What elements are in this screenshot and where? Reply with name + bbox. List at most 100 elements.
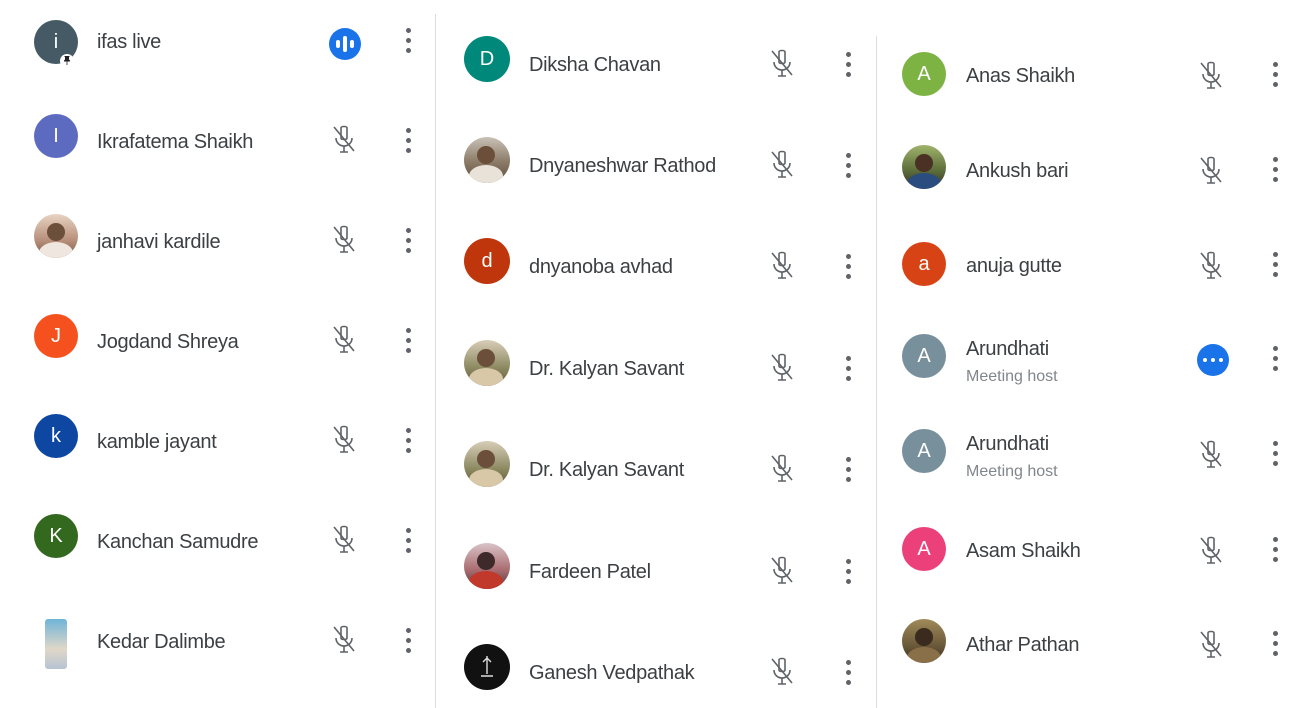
- participant-row[interactable]: Fardeen Patel: [436, 543, 876, 603]
- avatar-photo: [464, 137, 510, 183]
- avatar: a: [902, 242, 946, 286]
- more-options-icon[interactable]: [404, 28, 412, 58]
- participant-name: Athar Pathan: [966, 634, 1080, 656]
- participant-row[interactable]: Dnyaneshwar Rathod: [436, 137, 876, 197]
- avatar: A: [902, 334, 946, 378]
- avatar: J: [34, 314, 78, 358]
- avatar-photo: [45, 619, 67, 669]
- avatar-initial: k: [51, 424, 61, 447]
- more-options-icon[interactable]: [844, 52, 852, 82]
- mic-off-icon: [771, 251, 793, 279]
- participant-row[interactable]: k kamble jayant: [0, 414, 435, 474]
- more-options-icon[interactable]: [404, 428, 412, 458]
- avatar-photo: [34, 214, 78, 258]
- mic-off-icon: [333, 525, 355, 553]
- participant-name: Kanchan Samudre: [97, 531, 259, 553]
- participant-row[interactable]: i ifas live: [0, 14, 435, 74]
- more-options-icon[interactable]: [1271, 157, 1279, 187]
- participant-name: Ikrafatema Shaikh: [97, 131, 254, 153]
- mic-off-icon: [333, 225, 355, 253]
- participant-row[interactable]: Ankush bari: [877, 145, 1291, 205]
- avatar-initial: A: [917, 62, 931, 85]
- participant-column-1: i ifas live I Ikrafatema Shaikh janhavi …: [0, 0, 435, 708]
- participant-name: Jogdand Shreya: [97, 331, 239, 353]
- avatar-photo: [464, 340, 510, 386]
- more-options-icon[interactable]: [1271, 346, 1279, 376]
- participant-name: Anas Shaikh: [966, 65, 1075, 87]
- avatar-initial: d: [481, 249, 493, 272]
- participant-row[interactable]: J Jogdand Shreya: [0, 314, 435, 374]
- avatar-photo: [464, 543, 510, 589]
- more-options-icon[interactable]: [404, 128, 412, 158]
- participant-row[interactable]: A Asam Shaikh: [877, 525, 1291, 585]
- pin-icon: [60, 54, 74, 68]
- more-options-icon[interactable]: [844, 254, 852, 284]
- avatar-initial: a: [918, 252, 930, 275]
- mic-off-icon: [771, 556, 793, 584]
- participant-name: Arundhati: [966, 338, 1049, 360]
- participant-row[interactable]: I Ikrafatema Shaikh: [0, 114, 435, 174]
- participant-row[interactable]: d dnyanoba avhad: [436, 238, 876, 298]
- more-options-icon[interactable]: [404, 628, 412, 658]
- participant-name: kamble jayant: [97, 431, 217, 453]
- more-options-icon[interactable]: [1271, 441, 1279, 471]
- participant-row[interactable]: K Kanchan Samudre: [0, 514, 435, 574]
- participant-name: dnyanoba avhad: [529, 256, 673, 278]
- more-options-icon[interactable]: [1271, 252, 1279, 282]
- participant-row[interactable]: A Anas Shaikh: [877, 50, 1291, 110]
- avatar: A: [902, 429, 946, 473]
- participant-row[interactable]: A Arundhati Meeting host: [877, 429, 1291, 489]
- participant-role: Meeting host: [966, 463, 1058, 480]
- avatar-initial: K: [49, 524, 63, 547]
- participant-name: Ganesh Vedpathak: [529, 662, 695, 684]
- participant-name: Dnyaneshwar Rathod: [529, 155, 716, 177]
- more-options-icon[interactable]: [844, 153, 852, 183]
- avatar-initial: i: [53, 30, 59, 53]
- more-options-icon[interactable]: [844, 457, 852, 487]
- more-options-icon[interactable]: [1271, 631, 1279, 661]
- participant-name: Ankush bari: [966, 160, 1069, 182]
- participant-row[interactable]: Athar Pathan: [877, 619, 1291, 679]
- avatar: k: [34, 414, 78, 458]
- participant-name: anuja gutte: [966, 255, 1062, 277]
- mic-off-icon: [1200, 536, 1222, 564]
- speaking-indicator-icon: [329, 28, 361, 60]
- participant-row[interactable]: Kedar Dalimbe: [0, 614, 435, 674]
- avatar-initial: J: [51, 324, 61, 347]
- participant-column-2: D Diksha Chavan Dnyaneshwar Rathod d dny…: [436, 0, 876, 708]
- avatar-photo: [902, 619, 946, 663]
- participant-row[interactable]: Dr. Kalyan Savant: [436, 340, 876, 400]
- more-options-icon[interactable]: [404, 528, 412, 558]
- participant-name: Kedar Dalimbe: [97, 631, 226, 653]
- more-options-icon[interactable]: [404, 328, 412, 358]
- participant-row[interactable]: D Diksha Chavan: [436, 36, 876, 96]
- more-options-icon[interactable]: [844, 559, 852, 589]
- participant-row[interactable]: Dr. Kalyan Savant: [436, 441, 876, 501]
- mic-off-icon: [1200, 630, 1222, 658]
- avatar: d: [464, 238, 510, 284]
- more-options-icon[interactable]: [844, 660, 852, 690]
- mic-off-icon: [1200, 156, 1222, 184]
- participant-row[interactable]: janhavi kardile: [0, 214, 435, 274]
- participant-name: janhavi kardile: [97, 231, 221, 253]
- avatar: K: [34, 514, 78, 558]
- mic-off-icon: [771, 150, 793, 178]
- more-options-icon[interactable]: [404, 228, 412, 258]
- participant-column-3: A Anas Shaikh Ankush bari a anuja gutte …: [877, 0, 1291, 708]
- participant-row[interactable]: a anuja gutte: [877, 240, 1291, 300]
- participant-row[interactable]: A Arundhati Meeting host: [877, 334, 1291, 394]
- more-options-icon[interactable]: [1271, 62, 1279, 92]
- avatar: A: [902, 527, 946, 571]
- avatar: A: [902, 52, 946, 96]
- more-options-icon[interactable]: [844, 356, 852, 386]
- mic-off-icon: [333, 325, 355, 353]
- mic-off-icon: [333, 625, 355, 653]
- mic-off-icon: [1200, 251, 1222, 279]
- avatar: D: [464, 36, 510, 82]
- participant-row[interactable]: Ganesh Vedpathak: [436, 644, 876, 704]
- mic-off-icon: [333, 125, 355, 153]
- more-options-icon[interactable]: [1271, 537, 1279, 567]
- participant-name: Dr. Kalyan Savant: [529, 358, 684, 380]
- mic-off-icon: [1200, 61, 1222, 89]
- participant-role: Meeting host: [966, 368, 1058, 385]
